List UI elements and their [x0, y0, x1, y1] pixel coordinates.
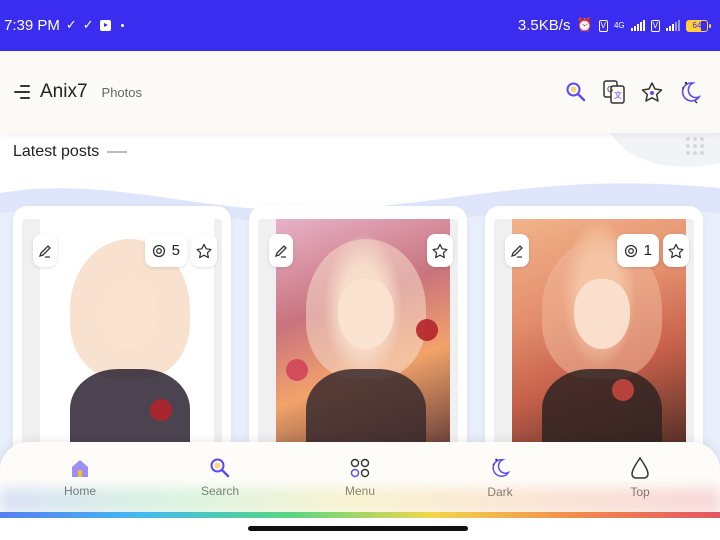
brand-title[interactable]: Anix7 [40, 81, 88, 103]
bookmark-star-icon[interactable] [640, 80, 664, 104]
pencil-icon [510, 244, 523, 258]
scroll-top-icon [631, 456, 649, 479]
youtube-icon [99, 20, 111, 31]
home-icon [72, 459, 88, 477]
menu-grid-icon [350, 458, 370, 477]
favorite-button[interactable] [663, 234, 689, 267]
status-right: 3.5KB/s ⏰ V 4G V 64 [517, 17, 711, 34]
views-count: 5 [171, 242, 180, 259]
battery-level: 64 [692, 21, 702, 30]
svg-text:G: G [607, 85, 613, 94]
header-actions: G文 [564, 80, 702, 104]
search-icon[interactable] [564, 80, 588, 104]
dark-mode-icon[interactable] [678, 80, 702, 104]
alarm-icon: ⏰ [576, 18, 593, 33]
views-badge: 5 [144, 234, 187, 267]
section-divider [107, 151, 128, 153]
rainbow-glow [0, 488, 720, 514]
post-card[interactable] [249, 206, 467, 469]
system-nav-area [0, 518, 720, 540]
app-header: Anix7 Photos G文 [0, 51, 720, 133]
edit-button[interactable] [505, 234, 529, 267]
post-card[interactable]: 5 [13, 206, 231, 469]
favorite-button[interactable] [191, 234, 217, 267]
network-speed: 3.5KB/s [517, 17, 571, 34]
search-icon [210, 458, 230, 477]
download-check-icon: ✓ [65, 18, 77, 33]
home-gesture-bar[interactable] [248, 526, 468, 531]
dark-mode-icon [492, 458, 511, 477]
section-title: Latest posts [13, 143, 100, 160]
star-icon [668, 243, 684, 258]
dots-decoration [686, 137, 704, 155]
signal-icon [666, 20, 680, 31]
views-badge: 1 [616, 234, 659, 267]
download-check-icon: ✓ [82, 18, 94, 33]
eye-icon [624, 244, 637, 257]
hamburger-menu-icon[interactable] [14, 85, 30, 99]
eye-icon [152, 244, 165, 257]
status-left: 7:39 PM ✓ ✓ [4, 17, 124, 34]
bottom-navigation: Home Search Menu Dark Top [0, 442, 720, 518]
star-icon [196, 243, 212, 258]
status-time: 7:39 PM [4, 17, 60, 34]
views-count: 1 [643, 242, 652, 259]
volte-icon: V [650, 19, 660, 32]
pencil-icon [274, 244, 287, 258]
star-icon [432, 243, 448, 258]
translate-icon[interactable]: G文 [602, 80, 626, 104]
edit-button[interactable] [269, 234, 293, 267]
signal-icon [630, 20, 645, 31]
edit-button[interactable] [33, 234, 57, 267]
volte-icon: V [598, 19, 608, 32]
pencil-icon [38, 244, 51, 258]
battery-icon: 64 [686, 19, 711, 32]
network-type: 4G [613, 21, 625, 30]
post-card[interactable]: 1 [485, 206, 703, 469]
brand-subtitle: Photos [101, 84, 143, 100]
favorite-button[interactable] [427, 234, 453, 267]
status-bar: 7:39 PM ✓ ✓ 3.5KB/s ⏰ V 4G V 64 [0, 0, 720, 51]
notification-dot-icon [120, 24, 124, 27]
section-heading: Latest posts [13, 143, 128, 161]
svg-text:文: 文 [614, 90, 622, 100]
header-left: Anix7 Photos [14, 81, 142, 103]
